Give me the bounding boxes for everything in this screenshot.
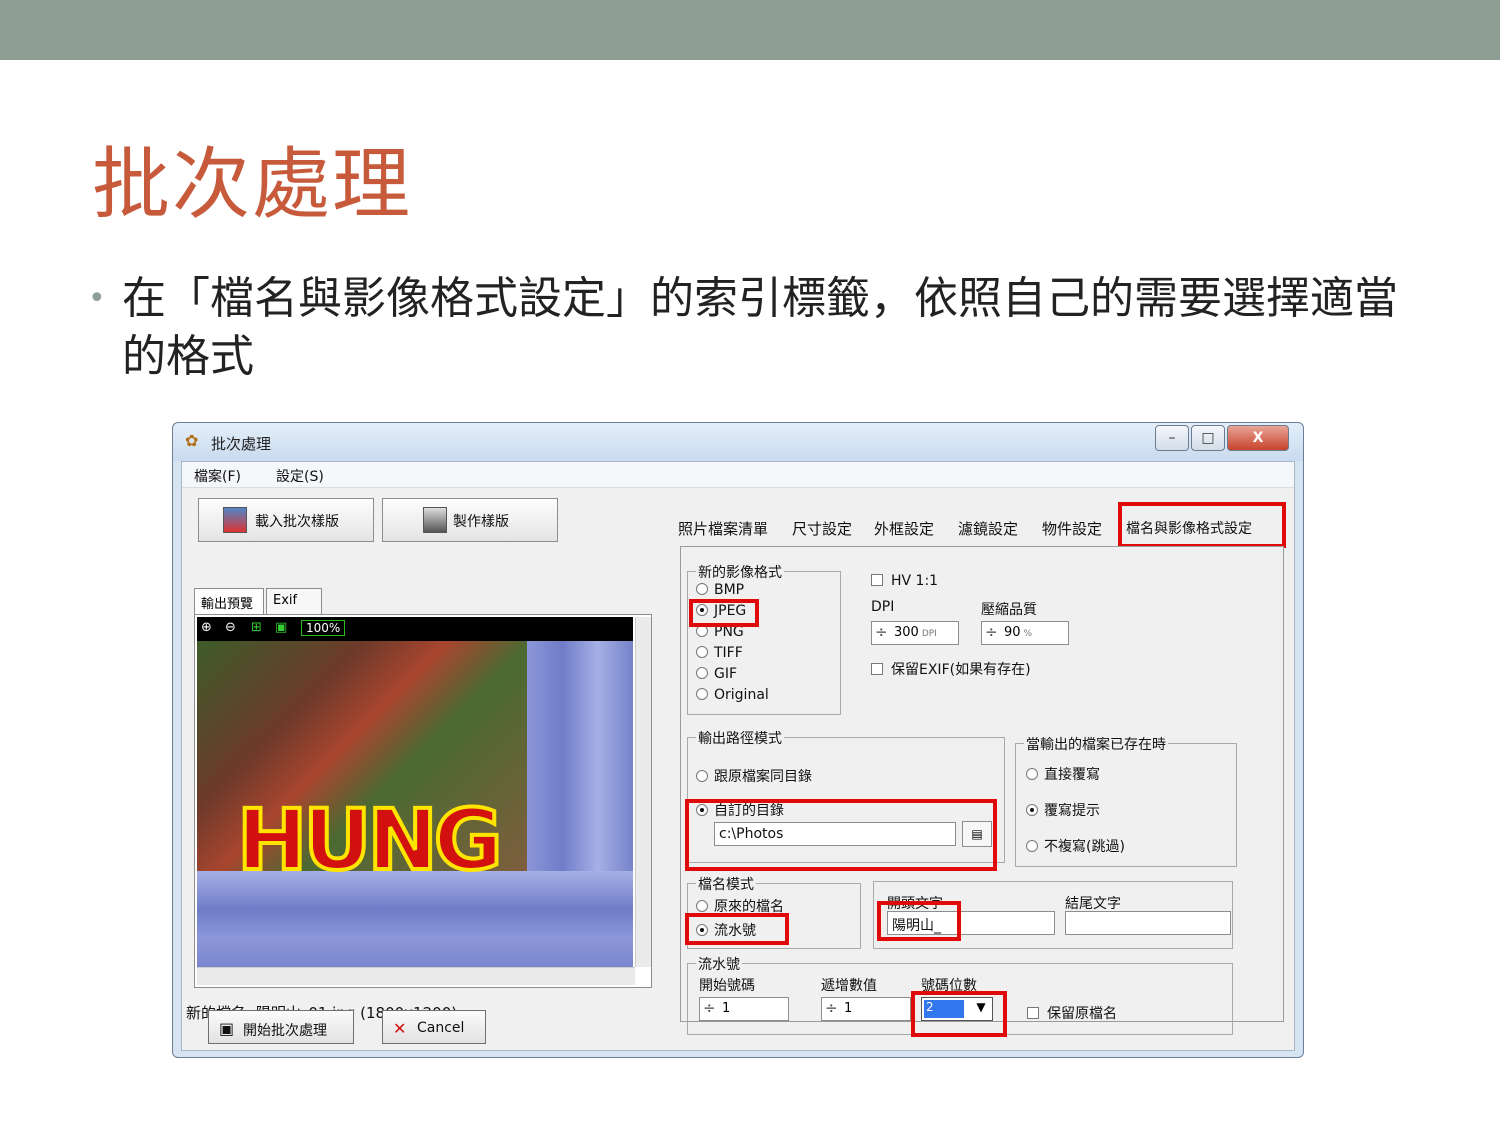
keep-original-name-checkbox[interactable]: 保留原檔名 (1027, 1003, 1117, 1023)
filename-format-panel: 新的影像格式 BMP JPEG PNG TIFF GIF Original HV… (680, 546, 1284, 1037)
start-number-spinner[interactable]: 1 (699, 997, 789, 1021)
tab-exif[interactable]: Exif (266, 588, 322, 614)
make-template-button[interactable]: 製作樣版 (382, 498, 558, 542)
batch-icon: ▣ (219, 1019, 235, 1038)
preview-vertical-scrollbar[interactable] (635, 617, 651, 967)
start-number-label: 開始號碼 (699, 978, 755, 994)
highlight-tab (1118, 502, 1286, 548)
start-batch-button[interactable]: ▣ 開始批次處理 (208, 1010, 354, 1044)
keep-exif-checkbox[interactable]: 保留EXIF(如果有存在) (871, 659, 1031, 679)
highlight-custom-dir (685, 799, 997, 871)
tab-photo-list[interactable]: 照片檔案清單 (678, 518, 768, 539)
app-icon: ✿ (185, 431, 199, 450)
highlight-jpeg (689, 599, 759, 627)
radio-tiff[interactable]: TIFF (696, 645, 743, 661)
minimize-button[interactable]: – (1155, 425, 1189, 451)
output-path-title: 輸出路徑模式 (696, 728, 784, 748)
format-group: 新的影像格式 BMP JPEG PNG TIFF GIF Original (687, 562, 841, 715)
close-button[interactable]: X (1227, 425, 1289, 451)
format-group-title: 新的影像格式 (696, 562, 784, 582)
menu-file[interactable]: 檔案(F) (194, 466, 241, 486)
menubar: 檔案(F) 設定(S) (182, 462, 1294, 488)
zoom-out-icon[interactable]: ⊖ (225, 620, 236, 635)
wrench-icon (423, 507, 447, 533)
step-label: 遞增數值 (821, 978, 877, 994)
hv-checkbox[interactable]: HV 1:1 (871, 573, 938, 589)
radio-gif[interactable]: GIF (696, 666, 737, 682)
slide-top-bar (0, 0, 1500, 60)
highlight-serial (685, 913, 789, 945)
tab-output-preview[interactable]: 輸出預覽 (194, 588, 264, 614)
slide-title: 批次處理 (92, 140, 413, 230)
radio-overwrite[interactable]: 直接覆寫 (1026, 764, 1100, 784)
preview-toolbar: ⊕ ⊖ ⊞ ▣ 100% (197, 617, 633, 641)
cancel-button[interactable]: ✕ Cancel (382, 1010, 486, 1044)
window-client: 檔案(F) 設定(S) 載入批次樣版 製作樣版 輸出預覽 Exif ⊕ ⊖ ⊞ … (181, 461, 1295, 1051)
serial-group-title: 流水號 (696, 954, 742, 974)
tab-frame[interactable]: 外框設定 (874, 518, 934, 539)
bullet-dot-icon: • (88, 281, 106, 316)
maximize-button[interactable]: □ (1191, 425, 1225, 451)
fit-window-icon[interactable]: ⊞ (251, 620, 262, 635)
radio-overwrite-prompt[interactable]: 覆寫提示 (1026, 800, 1100, 820)
tab-size[interactable]: 尺寸設定 (792, 518, 852, 539)
suffix-label: 結尾文字 (1065, 896, 1121, 912)
load-template-label: 載入批次樣版 (255, 514, 339, 530)
preview-image: HUNG (197, 641, 633, 967)
preview-overlay-text: HUNG (235, 789, 505, 891)
actual-size-icon[interactable]: ▣ (275, 620, 287, 635)
file-exists-group: 當輸出的檔案已存在時 直接覆寫 覆寫提示 不複寫(跳過) (1015, 734, 1237, 867)
filename-mode-title: 檔名模式 (696, 874, 756, 894)
suffix-input[interactable] (1065, 911, 1231, 935)
template-image-icon (223, 507, 247, 533)
window-title: 批次處理 (211, 435, 272, 453)
zoom-level: 100% (301, 620, 346, 636)
file-exists-title: 當輸出的檔案已存在時 (1024, 734, 1168, 754)
tab-object[interactable]: 物件設定 (1042, 518, 1102, 539)
tab-filter[interactable]: 濾鏡設定 (958, 518, 1018, 539)
preview-pane: ⊕ ⊖ ⊞ ▣ 100% HUNG (194, 614, 652, 988)
quality-spinner[interactable]: 90% (981, 621, 1069, 645)
dpi-spinner[interactable]: 300DPI (871, 621, 959, 645)
batch-window: ✿ 批次處理 – □ X 檔案(F) 設定(S) 載入批次樣版 製作樣版 輸出預… (172, 422, 1304, 1058)
radio-bmp[interactable]: BMP (696, 582, 744, 598)
load-template-button[interactable]: 載入批次樣版 (198, 498, 374, 542)
window-titlebar: ✿ 批次處理 – □ X (173, 423, 1303, 461)
radio-same-dir[interactable]: 跟原檔案同目錄 (696, 766, 812, 786)
step-spinner[interactable]: 1 (821, 997, 911, 1021)
zoom-in-icon[interactable]: ⊕ (201, 620, 212, 635)
make-template-label: 製作樣版 (453, 514, 509, 530)
bullet-text: 在「檔名與影像格式設定」的索引標籤，依照自己的需要選擇適當的格式 (122, 273, 1398, 382)
quality-label: 壓縮品質 (981, 602, 1037, 618)
menu-settings[interactable]: 設定(S) (276, 466, 324, 486)
dpi-label: DPI (871, 599, 895, 615)
cancel-x-icon: ✕ (393, 1019, 407, 1038)
highlight-digits (911, 991, 1007, 1037)
radio-skip[interactable]: 不複寫(跳過) (1026, 836, 1125, 856)
highlight-prefix (877, 901, 961, 941)
radio-original[interactable]: Original (696, 687, 769, 703)
preview-horizontal-scrollbar[interactable] (197, 967, 635, 985)
